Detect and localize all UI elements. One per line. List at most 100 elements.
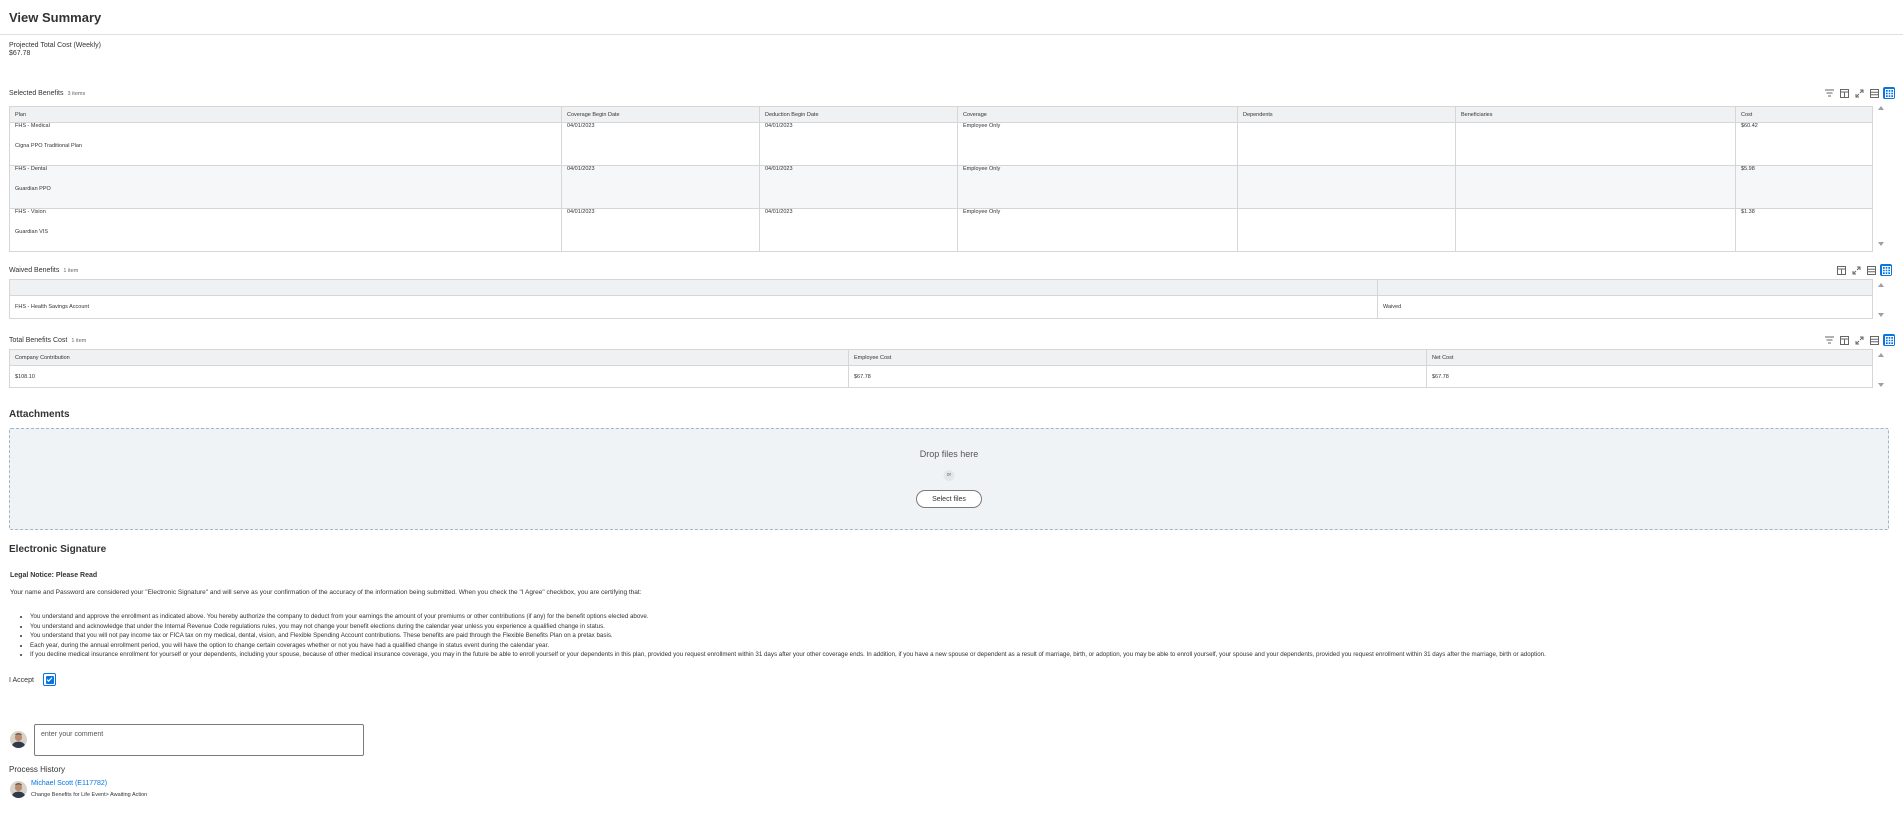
file-dropzone[interactable]: Drop files here or Select files (9, 428, 1889, 530)
dependents-cell (1237, 122, 1456, 166)
col-net-cost[interactable]: Net Cost (1426, 349, 1873, 366)
coverage-begin-cell: 04/01/2023 (561, 122, 760, 166)
table-header-row: Company Contribution Employee Cost Net C… (9, 349, 1873, 366)
scroll-down-icon[interactable] (1878, 313, 1884, 317)
drop-files-text: Drop files here (919, 449, 979, 459)
legal-notice-title: Legal Notice: Please Read (10, 572, 98, 579)
grid-view-icon[interactable] (1883, 87, 1895, 99)
column-config-icon[interactable] (1835, 264, 1847, 276)
table-row: FHS - Vision Guardian VIS 04/01/2023 04/0… (9, 208, 1873, 252)
page-title: View Summary (9, 10, 102, 25)
col-cost[interactable]: Cost (1735, 106, 1873, 123)
table-view-icon[interactable] (1868, 87, 1880, 99)
column-config-icon[interactable] (1838, 334, 1850, 346)
col-deduction-begin-date[interactable]: Deduction Begin Date (759, 106, 958, 123)
total-cost-table: Company Contribution Employee Cost Net C… (9, 349, 1873, 388)
legal-notice-item: You understand that you will not pay inc… (30, 631, 1546, 641)
accept-label: I Accept (9, 677, 34, 684)
title-divider (0, 34, 1903, 35)
scroll-down-icon[interactable] (1878, 383, 1884, 387)
col-status (1377, 279, 1873, 296)
waived-benefits-scrollbar[interactable] (1876, 283, 1888, 317)
table-header-row (9, 279, 1873, 296)
table-row: $108.10 $67.78 $67.78 (9, 365, 1873, 388)
beneficiaries-cell (1455, 208, 1736, 252)
projected-cost-value: $67.78 (9, 50, 31, 57)
col-dependents[interactable]: Dependents (1237, 106, 1456, 123)
expand-icon[interactable] (1853, 87, 1865, 99)
table-view-icon[interactable] (1865, 264, 1877, 276)
waived-benefits-count: 1 item (63, 268, 79, 274)
comment-input[interactable]: enter your comment (34, 724, 364, 756)
col-plan[interactable]: Plan (9, 106, 562, 123)
select-files-button[interactable]: Select files (916, 490, 982, 508)
electronic-signature-title: Electronic Signature (9, 544, 107, 555)
grid-view-icon[interactable] (1883, 334, 1895, 346)
waived-plan-cell[interactable]: FHS - Health Savings Account (9, 295, 1378, 319)
legal-notice-item: Each year, during the annual enrollment … (30, 641, 1546, 651)
beneficiaries-cell (1455, 122, 1736, 166)
plan-detail: Guardian PPO (15, 186, 51, 192)
selected-benefits-scrollbar[interactable] (1876, 106, 1888, 246)
col-employee-cost[interactable]: Employee Cost (848, 349, 1427, 366)
avatar (10, 781, 27, 798)
table-row: FHS - Medical Cigna PPO Traditional Plan … (9, 122, 1873, 166)
total-cost-heading: Total Benefits Cost 1 item (9, 337, 86, 344)
legal-notice-item: You understand and acknowledge that unde… (30, 622, 1546, 632)
plan-name[interactable]: FHS - Vision (15, 209, 556, 216)
company-contribution-cell: $108.10 (9, 365, 849, 388)
plan-detail: Cigna PPO Traditional Plan (15, 143, 82, 149)
scroll-up-icon[interactable] (1878, 283, 1884, 287)
table-row: FHS - Health Savings Account Waived (9, 295, 1873, 319)
selected-benefits-toolbar (1823, 87, 1895, 99)
plan-cell: FHS - Dental Guardian PPO (9, 165, 562, 209)
cost-cell: $60.42 (1735, 122, 1873, 166)
process-history-title: Process History (9, 765, 66, 774)
checkmark-icon (45, 675, 54, 684)
waived-benefits-toolbar (1835, 264, 1892, 276)
plan-name[interactable]: FHS - Medical (15, 123, 556, 130)
col-company-contribution[interactable]: Company Contribution (9, 349, 849, 366)
plan-detail: Guardian VIS (15, 229, 49, 235)
selected-benefits-heading: Selected Benefits 3 items (9, 90, 85, 97)
plan-name[interactable]: FHS - Dental (15, 166, 556, 173)
scroll-up-icon[interactable] (1878, 353, 1884, 357)
legal-notice-intro: Your name and Password are considered yo… (10, 589, 642, 596)
table-row: FHS - Dental Guardian PPO 04/01/2023 04/0… (9, 165, 1873, 209)
process-history-worker-link[interactable]: Michael Scott (E117782) (31, 780, 107, 787)
scroll-up-icon[interactable] (1878, 106, 1884, 110)
filter-icon[interactable] (1823, 334, 1835, 346)
col-beneficiaries[interactable]: Beneficiaries (1455, 106, 1736, 123)
cost-cell: $5.98 (1735, 165, 1873, 209)
dependents-cell (1237, 165, 1456, 209)
waived-benefits-table: FHS - Health Savings Account Waived (9, 279, 1873, 319)
col-plan (9, 279, 1378, 296)
net-cost-cell: $67.78 (1426, 365, 1873, 388)
col-coverage[interactable]: Coverage (957, 106, 1238, 123)
legal-notice-item: If you decline medical insurance enrollm… (30, 650, 1546, 660)
deduction-begin-cell: 04/01/2023 (759, 208, 958, 252)
expand-icon[interactable] (1850, 264, 1862, 276)
col-coverage-begin-date[interactable]: Coverage Begin Date (561, 106, 760, 123)
beneficiaries-cell (1455, 165, 1736, 209)
process-history-status: Change Benefits for Life Event> Awaiting… (31, 792, 148, 798)
total-cost-scrollbar[interactable] (1876, 353, 1888, 387)
waived-benefits-title: Waived Benefits (9, 267, 60, 274)
total-cost-title: Total Benefits Cost (9, 337, 68, 344)
expand-icon[interactable] (1853, 334, 1865, 346)
filter-icon[interactable] (1823, 87, 1835, 99)
table-view-icon[interactable] (1868, 334, 1880, 346)
attachments-title: Attachments (9, 409, 70, 420)
deduction-begin-cell: 04/01/2023 (759, 165, 958, 209)
grid-view-icon[interactable] (1880, 264, 1892, 276)
selected-benefits-table: Plan Coverage Begin Date Deduction Begin… (9, 106, 1873, 252)
coverage-cell: Employee Only (957, 165, 1238, 209)
column-config-icon[interactable] (1838, 87, 1850, 99)
scroll-down-icon[interactable] (1878, 242, 1884, 246)
avatar (10, 731, 27, 748)
accept-checkbox[interactable] (43, 673, 56, 686)
legal-notice-item: You understand and approve the enrollmen… (30, 612, 1546, 622)
projected-cost-label: Projected Total Cost (Weekly) (9, 42, 101, 49)
coverage-begin-cell: 04/01/2023 (561, 208, 760, 252)
cost-cell: $1.38 (1735, 208, 1873, 252)
